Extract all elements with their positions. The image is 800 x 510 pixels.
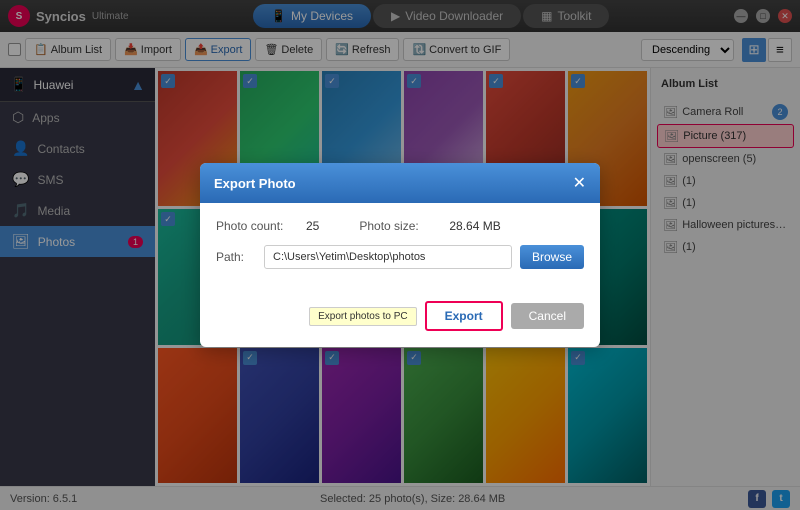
- browse-button[interactable]: Browse: [520, 245, 584, 269]
- path-input[interactable]: [264, 245, 512, 269]
- export-action-button[interactable]: Export: [425, 301, 503, 331]
- path-row: Path: Browse: [216, 245, 584, 269]
- modal-header: Export Photo ✕: [200, 163, 600, 203]
- modal-close-button[interactable]: ✕: [573, 173, 586, 193]
- modal-title: Export Photo: [214, 176, 296, 191]
- photo-size-value: 28.64 MB: [449, 219, 500, 233]
- export-tooltip: Export photos to PC: [309, 307, 417, 326]
- photo-info-row: Photo count: 25 Photo size: 28.64 MB: [216, 219, 584, 233]
- modal-body: Photo count: 25 Photo size: 28.64 MB Pat…: [200, 203, 600, 301]
- modal-overlay: Export Photo ✕ Photo count: 25 Photo siz…: [0, 0, 800, 510]
- photo-size-label: Photo size:: [359, 219, 439, 233]
- photo-count-value: 25: [306, 219, 319, 233]
- photo-count-label: Photo count:: [216, 219, 296, 233]
- export-modal: Export Photo ✕ Photo count: 25 Photo siz…: [200, 163, 600, 347]
- cancel-button[interactable]: Cancel: [511, 303, 584, 329]
- modal-footer: Export photos to PC Export Cancel: [200, 301, 600, 347]
- path-label: Path:: [216, 250, 256, 264]
